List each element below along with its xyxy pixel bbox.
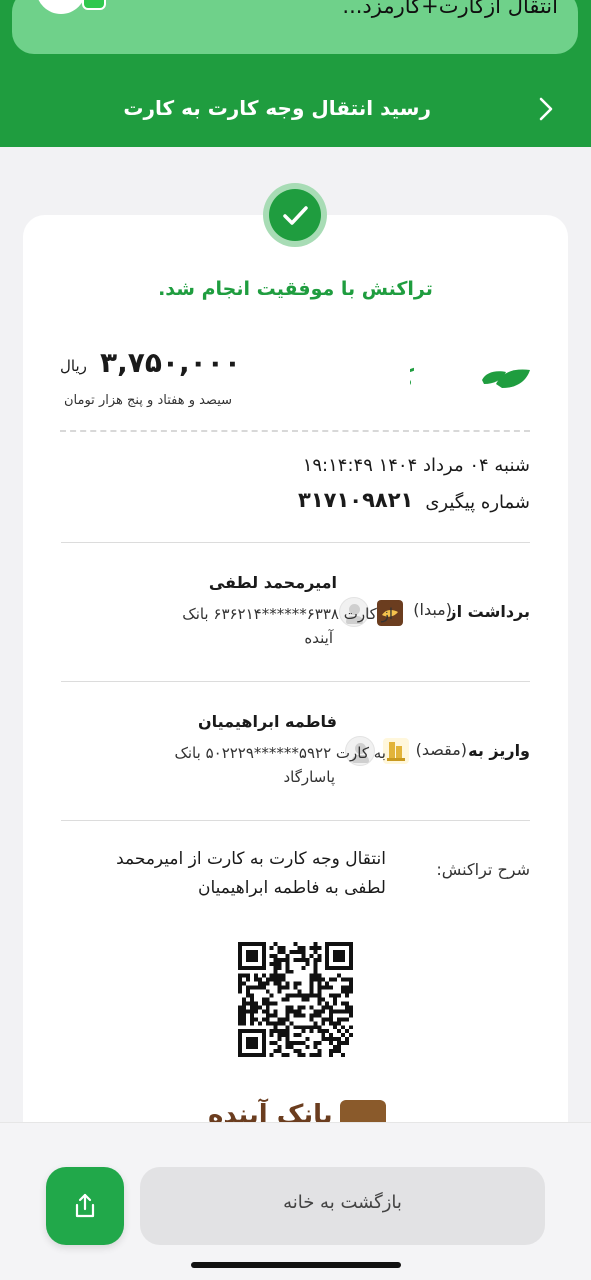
destination-name: فاطمه ابراهیمیان	[197, 712, 337, 731]
notification-text: انتقال ازکارت+کارمزد...	[342, 0, 558, 18]
svg-text:کنابآ: کنابآ	[410, 363, 414, 392]
chevron-right-icon[interactable]	[535, 96, 557, 122]
page-title: رسید انتقال وجه کارت به کارت	[123, 96, 431, 120]
description-label: شرح تراکنش:	[436, 860, 530, 879]
share-icon	[75, 1193, 95, 1218]
share-button[interactable]	[46, 1167, 124, 1245]
back-to-home-label: بازگشت به خانه	[283, 1192, 402, 1213]
home-indicator[interactable]	[191, 1262, 401, 1268]
description-line1: انتقال وجه کارت به کارت از امیرمحمد	[116, 849, 386, 869]
qr-code	[238, 942, 353, 1057]
divider	[61, 820, 530, 821]
destination-card-line1: به کارت ۵۹۲۲******۵۰۲۲۲۹ بانک	[174, 744, 386, 762]
destination-label: واریز به	[468, 741, 530, 760]
amount-in-words: سیصد و هفتاد و پنج هزار تومان	[64, 393, 233, 408]
source-name: امیرمحمد لطفی	[208, 573, 337, 592]
destination-card-line2: پاسارگاد	[283, 768, 335, 786]
tracking-label: شماره پیگیری	[425, 492, 530, 513]
messages-icon	[82, 0, 106, 10]
source-card-line1: از کارت ۶۳۳۸******۶۳۶۲۱۴ بانک	[182, 605, 393, 623]
divider	[60, 430, 530, 432]
description-text: انتقال وجه کارت به کارت از امیرمحمد لطفی…	[56, 845, 386, 903]
abank-logo: کنابآ	[410, 363, 530, 392]
source-role: (مبدا)	[413, 600, 452, 619]
divider	[61, 542, 530, 543]
amount-value: ۳,۷۵۰,۰۰۰	[100, 346, 241, 379]
back-to-home-button[interactable]: بازگشت به خانه	[140, 1167, 545, 1245]
notification-avatar	[36, 0, 86, 14]
description-line2: لطفی به فاطمه ابراهیمیان	[197, 878, 386, 898]
transaction-datetime: شنبه ۰۴ مرداد ۱۴۰۴ ۱۹:۱۴:۴۹	[302, 455, 530, 476]
check-icon	[283, 206, 308, 225]
source-card-line2: آینده	[304, 629, 333, 647]
success-badge	[263, 183, 327, 247]
success-message: تراکنش با موفقیت انجام شد.	[158, 278, 433, 300]
pasargad-bank-icon	[383, 738, 409, 764]
notification-banner[interactable]: انتقال ازکارت+کارمزد...	[12, 0, 578, 54]
amount-currency: ریال	[60, 357, 87, 375]
divider	[61, 681, 530, 682]
source-label: برداشت از	[447, 602, 530, 621]
tracking-number[interactable]: ۳۱۷۱۰۹۸۲۱	[298, 488, 413, 512]
destination-role: (مقصد)	[415, 740, 467, 759]
